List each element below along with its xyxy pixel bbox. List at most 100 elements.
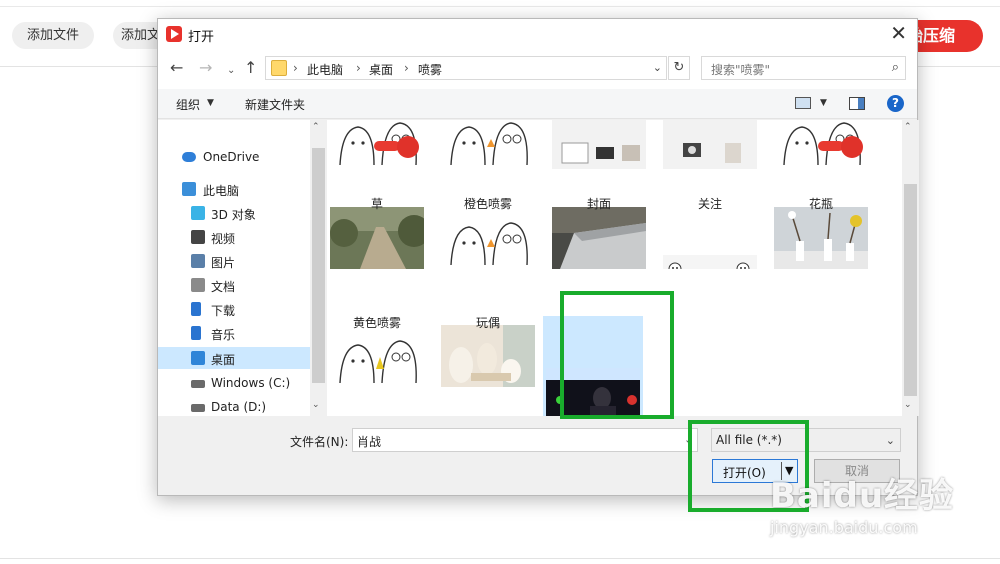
- scroll-up-icon[interactable]: ⌃: [904, 122, 912, 132]
- top-divider: [0, 6, 1000, 7]
- nav-item[interactable]: 视频: [158, 226, 310, 248]
- file-scrollbar[interactable]: ⌃ ⌄: [902, 120, 919, 416]
- file-thumbnail: [663, 120, 757, 169]
- file-type-dropdown-icon[interactable]: ⌄: [886, 434, 895, 447]
- nav-item[interactable]: 桌面: [158, 347, 310, 369]
- dialog-toolbar: 组织 ▼ 新建文件夹 ▼ ?: [158, 89, 917, 119]
- computer-icon: [182, 182, 196, 196]
- file-thumbnail: [552, 120, 646, 169]
- nav-item[interactable]: Windows (C:): [158, 372, 310, 394]
- refresh-icon[interactable]: ↻: [668, 56, 690, 80]
- file-thumbnail: [441, 207, 535, 269]
- scroll-down-icon[interactable]: ⌄: [904, 400, 912, 410]
- filename-input[interactable]: 肖战: [352, 428, 698, 452]
- file-item[interactable]: 肖战: [543, 316, 643, 416]
- view-mode-icon[interactable]: [795, 97, 811, 109]
- breadcrumb-this-pc[interactable]: 此电脑: [307, 61, 343, 78]
- nav-item-label: 视频: [211, 232, 236, 246]
- file-name: 关注: [697, 197, 722, 211]
- music-icon: [191, 326, 201, 340]
- document-icon: [191, 278, 205, 292]
- dialog-title: 打开: [188, 30, 215, 45]
- nav-item[interactable]: 此电脑: [158, 178, 310, 200]
- nav-scrollbar[interactable]: ⌃ ⌄: [310, 120, 327, 416]
- cloud-icon: [182, 152, 196, 162]
- organize-menu[interactable]: 组织: [176, 96, 200, 113]
- file-list: 1333封面34封面彩色喷雾草 橙色喷雾 封面 关注 花瓶黄色喷雾 玩偶 肖战: [328, 120, 902, 416]
- breadcrumb-desktop[interactable]: 桌面: [369, 61, 393, 78]
- forward-arrow-icon[interactable]: →: [199, 59, 212, 77]
- file-item[interactable]: 草: [328, 197, 426, 307]
- scroll-thumb[interactable]: [312, 148, 325, 383]
- scroll-up-icon[interactable]: ⌃: [312, 122, 320, 132]
- file-item[interactable]: 33封面: [540, 120, 648, 196]
- search-icon[interactable]: ⌕: [892, 60, 899, 75]
- breadcrumb-spray[interactable]: 喷雾: [418, 61, 442, 78]
- file-item[interactable]: 橙色喷雾: [429, 197, 537, 307]
- close-icon[interactable]: ✕: [890, 22, 907, 44]
- up-arrow-icon[interactable]: ↑: [244, 59, 257, 77]
- file-item[interactable]: 花瓶: [762, 197, 870, 307]
- address-dropdown-icon[interactable]: ⌄: [653, 61, 662, 74]
- nav-item[interactable]: Data (D:): [158, 396, 310, 418]
- organize-caret-icon[interactable]: ▼: [207, 98, 214, 108]
- nav-item-label: 3D 对象: [211, 208, 256, 222]
- file-type-select[interactable]: All file (*.*) ⌄: [711, 428, 901, 452]
- navigation-pane: ⌃ ⌄ OneDrive 此电脑 3D 对象视频图片文档下载音乐桌面 Windows …: [158, 120, 328, 416]
- file-item[interactable]: 关注: [651, 197, 759, 307]
- back-arrow-icon[interactable]: ←: [170, 59, 183, 77]
- address-bar[interactable]: › 此电脑 › 桌面 › 喷雾 ⌄: [265, 56, 667, 80]
- preview-pane-icon[interactable]: [849, 97, 865, 110]
- breadcrumb-separator: ›: [356, 61, 361, 75]
- open-button-label: 打开(O): [723, 466, 766, 480]
- video-icon: [191, 230, 205, 244]
- nav-item[interactable]: 3D 对象: [158, 202, 310, 224]
- nav-item[interactable]: 文档: [158, 274, 310, 296]
- search-input[interactable]: 搜索"喷雾" ⌕: [701, 56, 906, 80]
- nav-item-label: 桌面: [211, 353, 236, 367]
- file-item[interactable]: 3: [429, 120, 537, 196]
- file-thumbnail: [330, 325, 424, 387]
- nav-item[interactable]: 下载: [158, 298, 310, 320]
- nav-item-label: 图片: [211, 256, 236, 270]
- search-placeholder: 搜索"喷雾": [711, 63, 771, 77]
- app-logo-icon: [166, 26, 182, 42]
- picture-icon: [191, 254, 205, 268]
- file-item[interactable]: 34封面: [651, 120, 759, 196]
- help-icon[interactable]: ?: [887, 95, 904, 112]
- nav-item[interactable]: OneDrive: [158, 146, 310, 168]
- add-file-button[interactable]: 添加文件: [12, 22, 94, 49]
- file-name: 封面: [586, 197, 611, 211]
- drive-icon: [191, 380, 205, 388]
- filename-label: 文件名(N):: [290, 435, 349, 449]
- nav-item-label: 下载: [211, 304, 236, 318]
- file-item[interactable]: 1: [328, 120, 426, 196]
- view-caret-icon[interactable]: ▼: [820, 98, 827, 108]
- nav-item[interactable]: 图片: [158, 250, 310, 272]
- file-item[interactable]: 黄色喷雾: [328, 308, 426, 416]
- breadcrumb-separator: ›: [293, 61, 298, 75]
- file-thumbnail: [441, 325, 535, 387]
- nav-item-label: Data (D:): [211, 400, 267, 414]
- new-folder-button[interactable]: 新建文件夹: [245, 96, 305, 113]
- scroll-thumb[interactable]: [904, 184, 917, 396]
- nav-item-label: 此电脑: [203, 184, 240, 198]
- file-thumbnail: [546, 368, 640, 416]
- file-item[interactable]: 玩偶: [429, 308, 537, 416]
- drive-icon: [191, 404, 205, 412]
- file-name: 草: [370, 197, 383, 211]
- file-thumbnail: [552, 207, 646, 269]
- scroll-down-icon[interactable]: ⌄: [312, 400, 320, 410]
- baidu-watermark: Baidu经验 jingyan.baidu.com: [768, 468, 988, 542]
- file-name: 黄色喷雾: [352, 316, 401, 330]
- nav-item[interactable]: 音乐: [158, 322, 310, 344]
- file-thumbnail: [774, 120, 868, 169]
- filename-dropdown-icon[interactable]: ⌄: [684, 433, 693, 446]
- recent-locations-icon[interactable]: ⌄: [227, 62, 235, 80]
- file-thumbnail: [441, 120, 535, 169]
- open-file-dialog: 打开 ✕ ← → ⌄ ↑ › 此电脑 › 桌面 › 喷雾 ⌄ ↻ 搜索"喷雾" …: [157, 18, 919, 496]
- download-icon: [191, 302, 201, 316]
- file-item[interactable]: 封面: [540, 197, 648, 307]
- file-item[interactable]: 彩色喷雾: [762, 120, 870, 196]
- desktop-icon: [191, 351, 205, 365]
